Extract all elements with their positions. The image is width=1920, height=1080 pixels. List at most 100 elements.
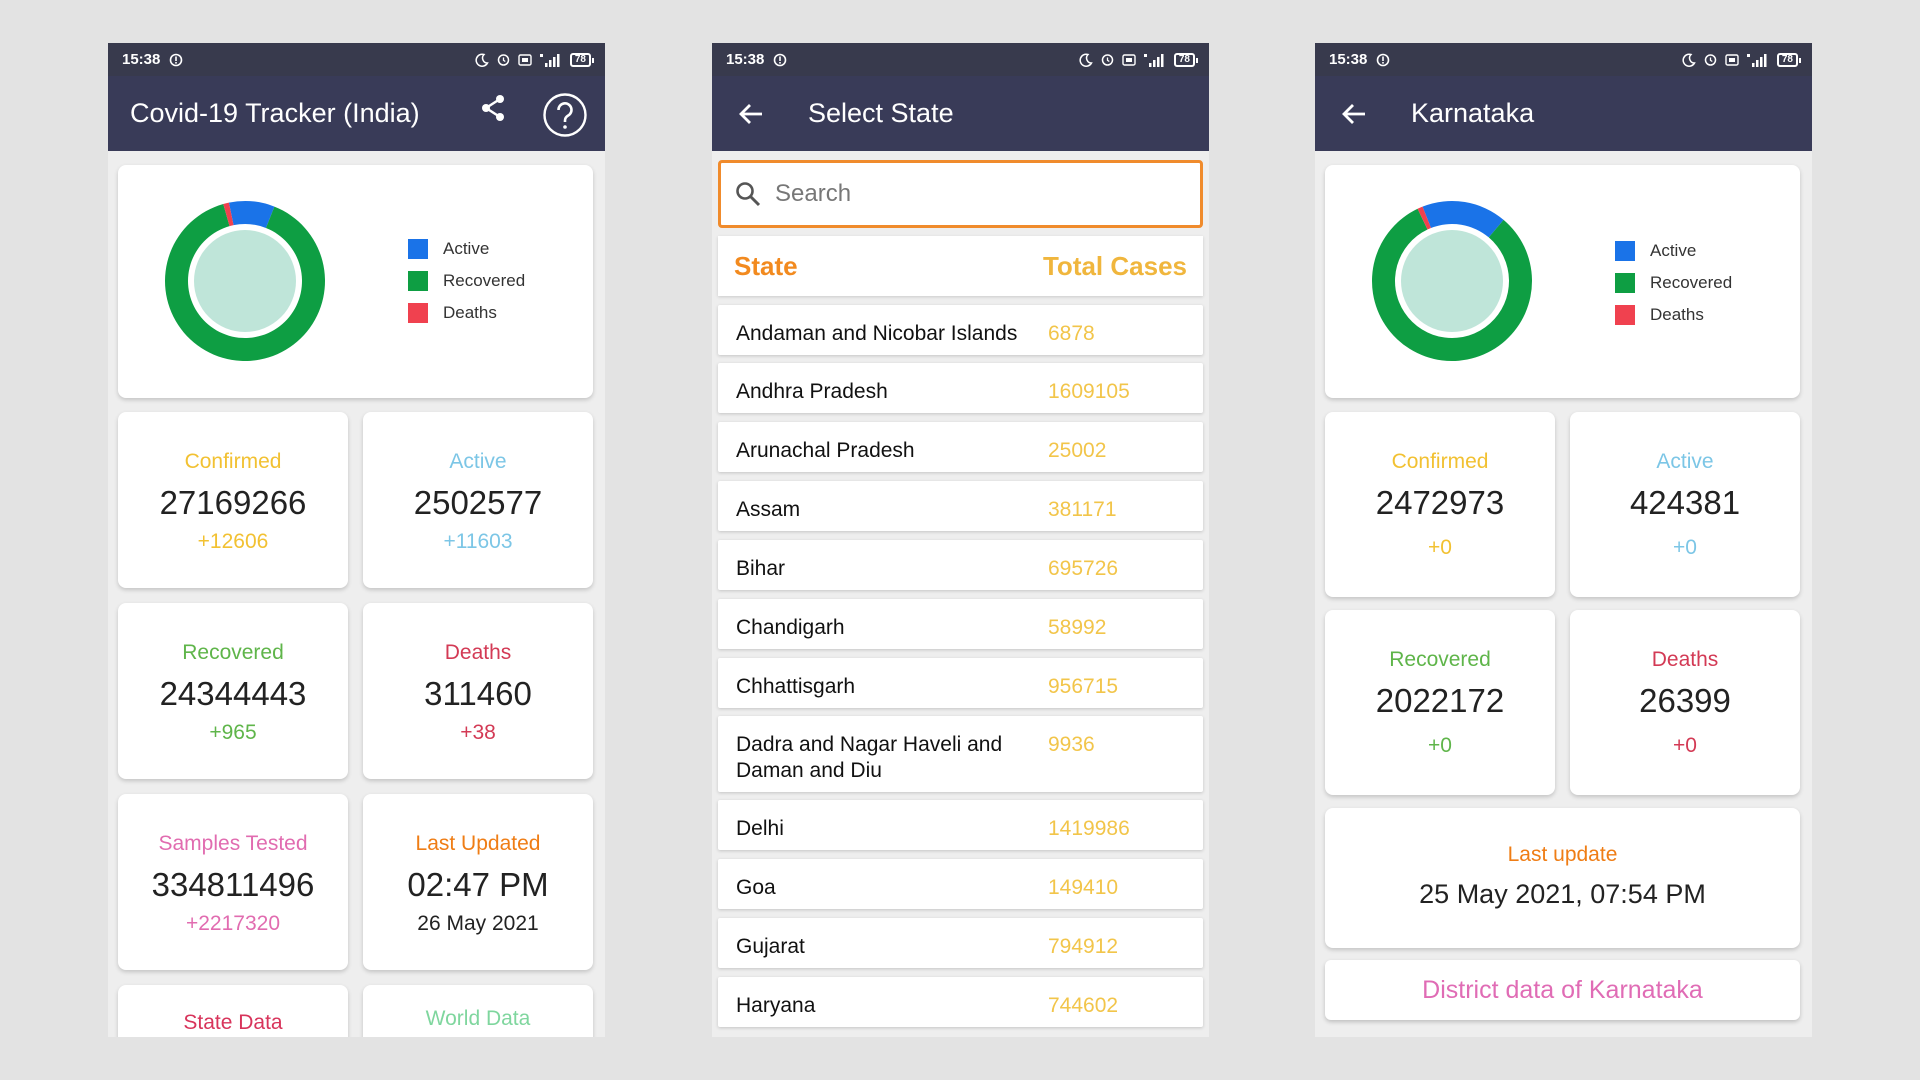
chart-card: Active Recovered Deaths — [1325, 165, 1800, 398]
deaths-label: Deaths — [444, 641, 512, 664]
samples-value: 334811496 — [151, 866, 315, 903]
moon-icon — [1682, 52, 1696, 67]
samples-card: Samples Tested 334811496 +2217320 — [118, 794, 348, 970]
volte-icon — [1725, 53, 1739, 66]
share-icon[interactable] — [478, 93, 508, 123]
state-row[interactable]: Chhattisgarh 956715 — [718, 658, 1203, 708]
state-name: Arunachal Pradesh — [736, 439, 915, 462]
moon-icon — [475, 52, 489, 67]
confirmed-value: 2472973 — [1375, 484, 1505, 521]
state-cases: 956715 — [1048, 675, 1119, 698]
alarm-icon — [1703, 52, 1718, 67]
state-cases: 149410 — [1048, 876, 1119, 899]
state-cases: 58992 — [1048, 616, 1107, 639]
signal-icon — [539, 53, 563, 67]
moon-icon — [1079, 52, 1093, 67]
active-label: Active — [1656, 450, 1714, 473]
state-data-button[interactable]: State Data — [118, 985, 348, 1037]
search-box[interactable] — [718, 160, 1203, 228]
signal-icon — [1746, 53, 1770, 67]
last-updated-time: 02:47 PM — [407, 866, 549, 903]
battery-icon: 78 — [1776, 52, 1802, 67]
volte-icon — [518, 53, 532, 66]
status-bar: 15:38 78 — [712, 43, 1209, 76]
active-delta: +11603 — [443, 530, 513, 553]
search-input[interactable] — [775, 180, 1155, 208]
back-arrow-icon[interactable] — [1341, 103, 1389, 125]
chart-legend: Active Recovered Deaths — [408, 233, 525, 329]
world-data-button[interactable]: World Data — [363, 985, 593, 1037]
samples-label: Samples Tested — [158, 832, 308, 855]
state-cases: 744602 — [1048, 994, 1119, 1017]
volte-icon — [1122, 53, 1136, 66]
legend-swatch-active — [1615, 241, 1635, 261]
state-name: Bihar — [736, 557, 786, 580]
state-row[interactable]: Dadra and Nagar Haveli and Daman and Diu… — [718, 716, 1203, 792]
recovered-delta: +965 — [209, 721, 257, 744]
active-card: Active 424381 +0 — [1570, 412, 1800, 597]
state-row[interactable]: Andaman and Nicobar Islands 6878 — [718, 305, 1203, 355]
state-data-label: State Data — [183, 1011, 283, 1034]
state-row[interactable]: Arunachal Pradesh 25002 — [718, 422, 1203, 472]
signal-icon — [1143, 53, 1167, 67]
state-row[interactable]: Andhra Pradesh 1609105 — [718, 363, 1203, 413]
state-name: Delhi — [736, 817, 784, 840]
state-row[interactable]: Delhi 1419986 — [718, 800, 1203, 850]
state-row[interactable]: Gujarat 794912 — [718, 918, 1203, 968]
state-cases: 381171 — [1048, 498, 1117, 521]
battery-icon: 78 — [569, 52, 595, 67]
legend-item-deaths: Deaths — [1615, 299, 1732, 331]
state-row[interactable]: Haryana 744602 — [718, 977, 1203, 1027]
active-label: Active — [449, 450, 507, 473]
world-data-label: World Data — [425, 1007, 531, 1030]
header-state: State — [734, 250, 798, 281]
back-arrow-icon[interactable] — [738, 103, 786, 125]
legend-item-recovered: Recovered — [408, 265, 525, 297]
state-name: Assam — [736, 498, 801, 521]
state-name: Gujarat — [736, 935, 805, 958]
screen-state-detail: 15:38 78 Karnataka Active Recovered Deat… — [1315, 43, 1812, 1037]
state-row[interactable]: Assam 381171 — [718, 481, 1203, 531]
state-cases: 9936 — [1048, 733, 1095, 756]
alarm-icon — [1100, 52, 1115, 67]
header-total-cases: Total Cases — [1042, 250, 1187, 281]
status-time: 15:38 — [1329, 51, 1368, 68]
page-title: Covid-19 Tracker (India) — [130, 98, 420, 128]
alert-icon — [773, 53, 787, 67]
deaths-card: Deaths 26399 +0 — [1570, 610, 1800, 795]
active-delta: +0 — [1673, 536, 1697, 559]
state-cases: 6878 — [1048, 322, 1095, 345]
help-icon[interactable] — [542, 92, 588, 138]
samples-delta: +2217320 — [185, 912, 281, 935]
recovered-label: Recovered — [182, 641, 284, 664]
last-update-value: 25 May 2021, 07:54 PM — [1419, 879, 1706, 909]
state-list-header: State Total Cases — [718, 236, 1203, 296]
battery-icon: 78 — [1173, 52, 1199, 67]
confirmed-card: Confirmed 2472973 +0 — [1325, 412, 1555, 597]
page-title: Select State — [808, 98, 954, 128]
confirmed-label: Confirmed — [1391, 450, 1489, 473]
status-time: 15:38 — [122, 51, 161, 68]
status-time: 15:38 — [726, 51, 765, 68]
legend-swatch-recovered — [1615, 273, 1635, 293]
state-name: Haryana — [736, 994, 816, 1017]
state-cases: 1419986 — [1048, 817, 1130, 840]
state-row[interactable]: Chandigarh 58992 — [718, 599, 1203, 649]
screen-main: 15:38 78 Covid-19 Tracker (India) Active… — [108, 43, 605, 1037]
district-data-button[interactable]: District data of Karnataka — [1325, 960, 1800, 1020]
legend-swatch-active — [408, 239, 428, 259]
legend-item-active: Active — [1615, 235, 1732, 267]
deaths-label: Deaths — [1651, 648, 1719, 671]
donut-chart — [165, 201, 325, 361]
state-row[interactable]: Bihar 695726 — [718, 540, 1203, 590]
last-updated-label: Last Updated — [415, 832, 541, 855]
deaths-delta: +0 — [1673, 734, 1697, 757]
donut-chart — [1372, 201, 1532, 361]
search-icon — [735, 181, 761, 207]
deaths-card: Deaths 311460 +38 — [363, 603, 593, 779]
legend-swatch-recovered — [408, 271, 428, 291]
confirmed-delta: +12606 — [197, 530, 269, 553]
state-row[interactable]: Goa 149410 — [718, 859, 1203, 909]
active-value: 2502577 — [413, 484, 543, 521]
legend-item-active: Active — [408, 233, 525, 265]
